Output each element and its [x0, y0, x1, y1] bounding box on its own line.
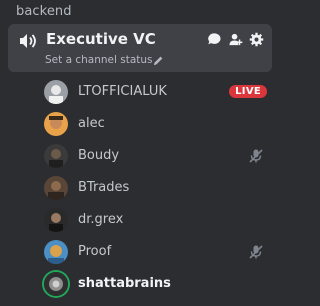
voice-member-dr-grex[interactable]: dr.grex [44, 206, 272, 234]
member-name: shattabrains [78, 276, 171, 291]
member-name: BTrades [78, 180, 130, 195]
avatar [44, 208, 68, 232]
member-name: LTOFFICIALUK [78, 84, 167, 99]
voice-member-ltofficialuk[interactable]: LTOFFICIALUK LIVE [44, 78, 272, 106]
voice-member-btrades[interactable]: BTrades [44, 174, 272, 202]
set-channel-status-link[interactable]: Set a channel status [45, 54, 153, 66]
avatar-speaking [44, 272, 68, 296]
avatar [44, 240, 68, 264]
voice-member-shattabrains[interactable]: shattabrains [44, 270, 272, 298]
member-name: Proof [78, 244, 112, 259]
voice-member-proof[interactable]: Proof [44, 238, 272, 266]
pencil-icon[interactable] [153, 55, 164, 66]
add-member-icon[interactable] [228, 32, 243, 47]
avatar [44, 144, 68, 168]
settings-icon[interactable] [249, 32, 264, 47]
voice-member-boudy[interactable]: Boudy [44, 142, 272, 170]
speaker-icon [20, 34, 36, 48]
voice-channel-name: Executive VC [46, 30, 156, 48]
voice-channel-executive-vc[interactable]: Executive VC Set a channel status [8, 24, 272, 72]
avatar [44, 176, 68, 200]
voice-member-alec[interactable]: alec [44, 110, 272, 138]
avatar [44, 80, 68, 104]
muted-microphone-icon [249, 149, 263, 163]
category-label[interactable]: backend [16, 4, 72, 19]
muted-microphone-icon [249, 245, 263, 259]
member-name: alec [78, 116, 105, 131]
avatar [44, 112, 68, 136]
member-name: Boudy [78, 148, 120, 163]
member-name: dr.grex [78, 212, 124, 227]
chat-icon[interactable] [207, 32, 222, 47]
live-badge[interactable]: LIVE [229, 85, 267, 98]
